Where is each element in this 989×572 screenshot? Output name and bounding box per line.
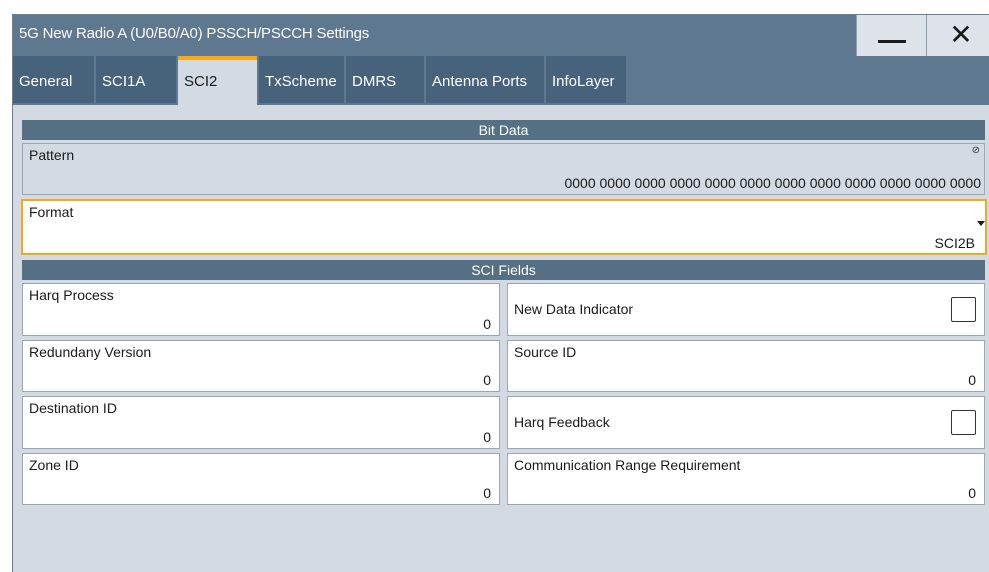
tab-sci2[interactable]: SCI2 [178,56,257,105]
bit-data-header: Bit Data [22,120,985,140]
destination-id-field[interactable]: Destination ID 0 [22,396,500,449]
harq-process-label: Harq Process [29,287,114,303]
harq-feedback-field: Harq Feedback [507,396,985,449]
format-dropdown[interactable]: Format SCI2B [21,199,987,255]
zone-id-field[interactable]: Zone ID 0 [22,453,500,505]
tab-label: InfoLayer [552,73,615,90]
tab-label: Antenna Ports [432,73,528,90]
communication-range-field[interactable]: Communication Range Requirement 0 [507,453,985,505]
destination-id-label: Destination ID [29,400,117,416]
communication-range-value: 0 [968,485,976,501]
minimize-button[interactable] [856,15,926,56]
tab-label: TxScheme [265,73,337,90]
title-bar: 5G New Radio A (U0/B0/A0) PSSCH/PSCCH Se… [13,15,989,56]
destination-id-value: 0 [483,429,491,445]
source-id-value: 0 [968,372,976,388]
new-data-indicator-field: New Data Indicator [507,283,985,336]
redundancy-version-field[interactable]: Redundany Version 0 [22,340,500,392]
close-button[interactable]: ✕ [926,15,989,56]
redundancy-version-value: 0 [483,372,491,388]
format-value: SCI2B [934,235,975,251]
tab-general[interactable]: General [13,56,94,103]
sci-fields-header: SCI Fields [22,260,985,280]
new-data-indicator-checkbox[interactable] [951,297,976,322]
pattern-value: 0000 0000 0000 0000 0000 0000 0000 0000 … [564,175,981,191]
pattern-label: Pattern [29,147,75,163]
tab-infolayer[interactable]: InfoLayer [546,56,626,103]
redundancy-version-label: Redundany Version [29,344,152,360]
tab-bar: General SCI1A SCI2 TxScheme DMRS Antenna… [13,56,989,105]
tab-txscheme[interactable]: TxScheme [259,56,344,103]
dialog-title: 5G New Radio A (U0/B0/A0) PSSCH/PSCCH Se… [19,25,370,42]
minimize-icon [878,40,906,43]
tab-antenna-ports[interactable]: Antenna Ports [426,56,544,103]
source-id-field[interactable]: Source ID 0 [507,340,985,392]
tab-dmrs[interactable]: DMRS [346,56,424,103]
tab-sci1a[interactable]: SCI1A [96,56,176,103]
communication-range-label: Communication Range Requirement [514,457,741,473]
zone-id-label: Zone ID [29,457,79,473]
new-data-indicator-label: New Data Indicator [514,301,634,317]
harq-process-value: 0 [483,316,491,332]
chevron-down-icon [977,221,985,226]
readonly-icon: ⊘ [971,145,980,156]
tab-label: DMRS [352,73,397,90]
close-icon: ✕ [949,19,973,50]
settings-dialog: 5G New Radio A (U0/B0/A0) PSSCH/PSCCH Se… [12,14,989,572]
tab-label: General [19,73,73,90]
tab-label: SCI1A [102,73,146,90]
harq-process-field[interactable]: Harq Process 0 [22,283,500,336]
tab-label: SCI2 [184,73,218,90]
harq-feedback-checkbox[interactable] [951,410,976,435]
source-id-label: Source ID [514,344,577,360]
format-label: Format [29,204,74,220]
harq-feedback-label: Harq Feedback [514,414,610,430]
zone-id-value: 0 [483,485,491,501]
pattern-field: Pattern ⊘ 0000 0000 0000 0000 0000 0000 … [22,143,985,195]
